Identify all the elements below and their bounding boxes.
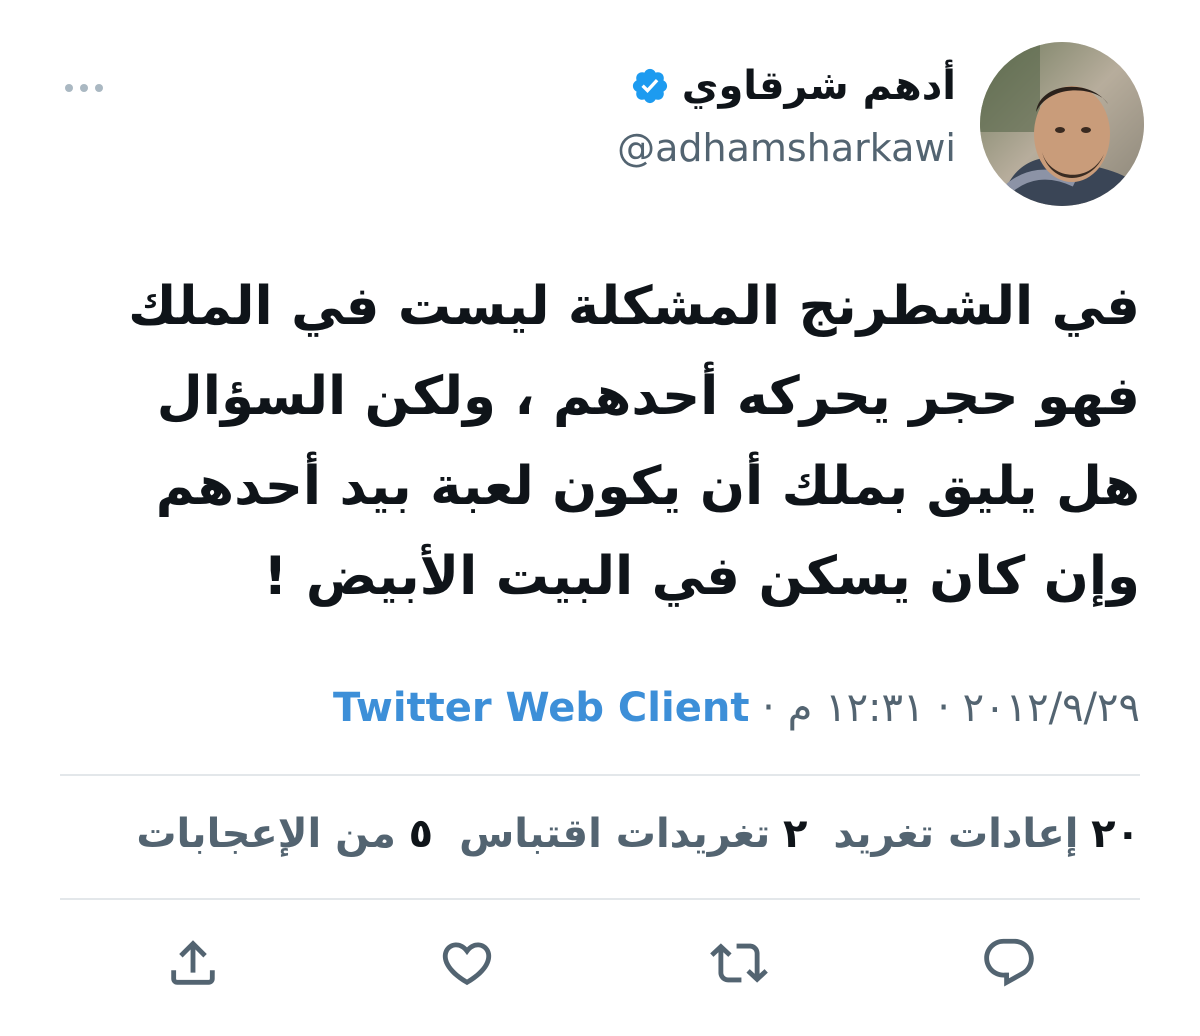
quotes-label: تغريدات اقتباس <box>459 811 771 857</box>
avatar-image <box>980 42 1144 206</box>
quotes-count: ٢ <box>783 811 808 857</box>
user-handle[interactable]: @adhamsharkawi <box>617 124 956 172</box>
avatar[interactable] <box>980 42 1144 206</box>
likes-count: ٥ <box>408 811 434 857</box>
heart-icon[interactable] <box>438 934 496 992</box>
tweet-line: فهو حجر يحركه أحدهم ، ولكن السؤال <box>156 366 1140 427</box>
reply-icon[interactable] <box>980 934 1038 992</box>
tweet-line: في الشطرنج المشكلة ليست في الملك <box>128 276 1140 337</box>
share-icon[interactable] <box>164 934 222 992</box>
retweets-stat[interactable]: ٢٠ إعادات تغريد <box>833 806 1140 862</box>
more-horizontal-icon[interactable] <box>62 78 106 98</box>
tweet-date[interactable]: ٢٠١٢/٩/٢٩ <box>963 685 1140 731</box>
name-row: أدهم شرقاوي <box>630 62 956 110</box>
likes-label: من الإعجابات <box>136 811 396 857</box>
likes-stat[interactable]: ٥ من الإعجابات <box>136 806 433 862</box>
tweet-time[interactable]: ١٢:٣١ م <box>788 685 925 731</box>
tweet-source-link[interactable]: Twitter Web Client <box>333 685 749 731</box>
tweet-stats: ٢٠ إعادات تغريد ٢ تغريدات اقتباس ٥ من ال… <box>136 806 1140 862</box>
quotes-stat[interactable]: ٢ تغريدات اقتباس <box>459 806 807 862</box>
verified-badge-icon <box>630 66 670 106</box>
display-name[interactable]: أدهم شرقاوي <box>682 62 956 110</box>
divider <box>60 898 1140 900</box>
tweet-meta: ٢٠١٢/٩/٢٩ · ١٢:٣١ م · Twitter Web Client <box>333 680 1140 736</box>
tweet-line: هل يليق بملك أن يكون لعبة بيد أحدهم <box>155 456 1140 517</box>
tweet-line: وإن كان يسكن في البيت الأبيض ! <box>263 546 1140 607</box>
meta-separator: · <box>749 685 788 731</box>
retweets-count: ٢٠ <box>1091 811 1140 857</box>
tweet-text: في الشطرنج المشكلة ليست في الملك فهو حجر… <box>50 262 1140 622</box>
retweet-icon[interactable] <box>710 934 768 992</box>
retweets-label: إعادات تغريد <box>833 811 1079 857</box>
divider <box>60 774 1140 776</box>
tweet-card: أدهم شرقاوي @adhamsharkawi في الشطرنج ال… <box>0 0 1200 1036</box>
meta-separator: · <box>924 685 963 731</box>
